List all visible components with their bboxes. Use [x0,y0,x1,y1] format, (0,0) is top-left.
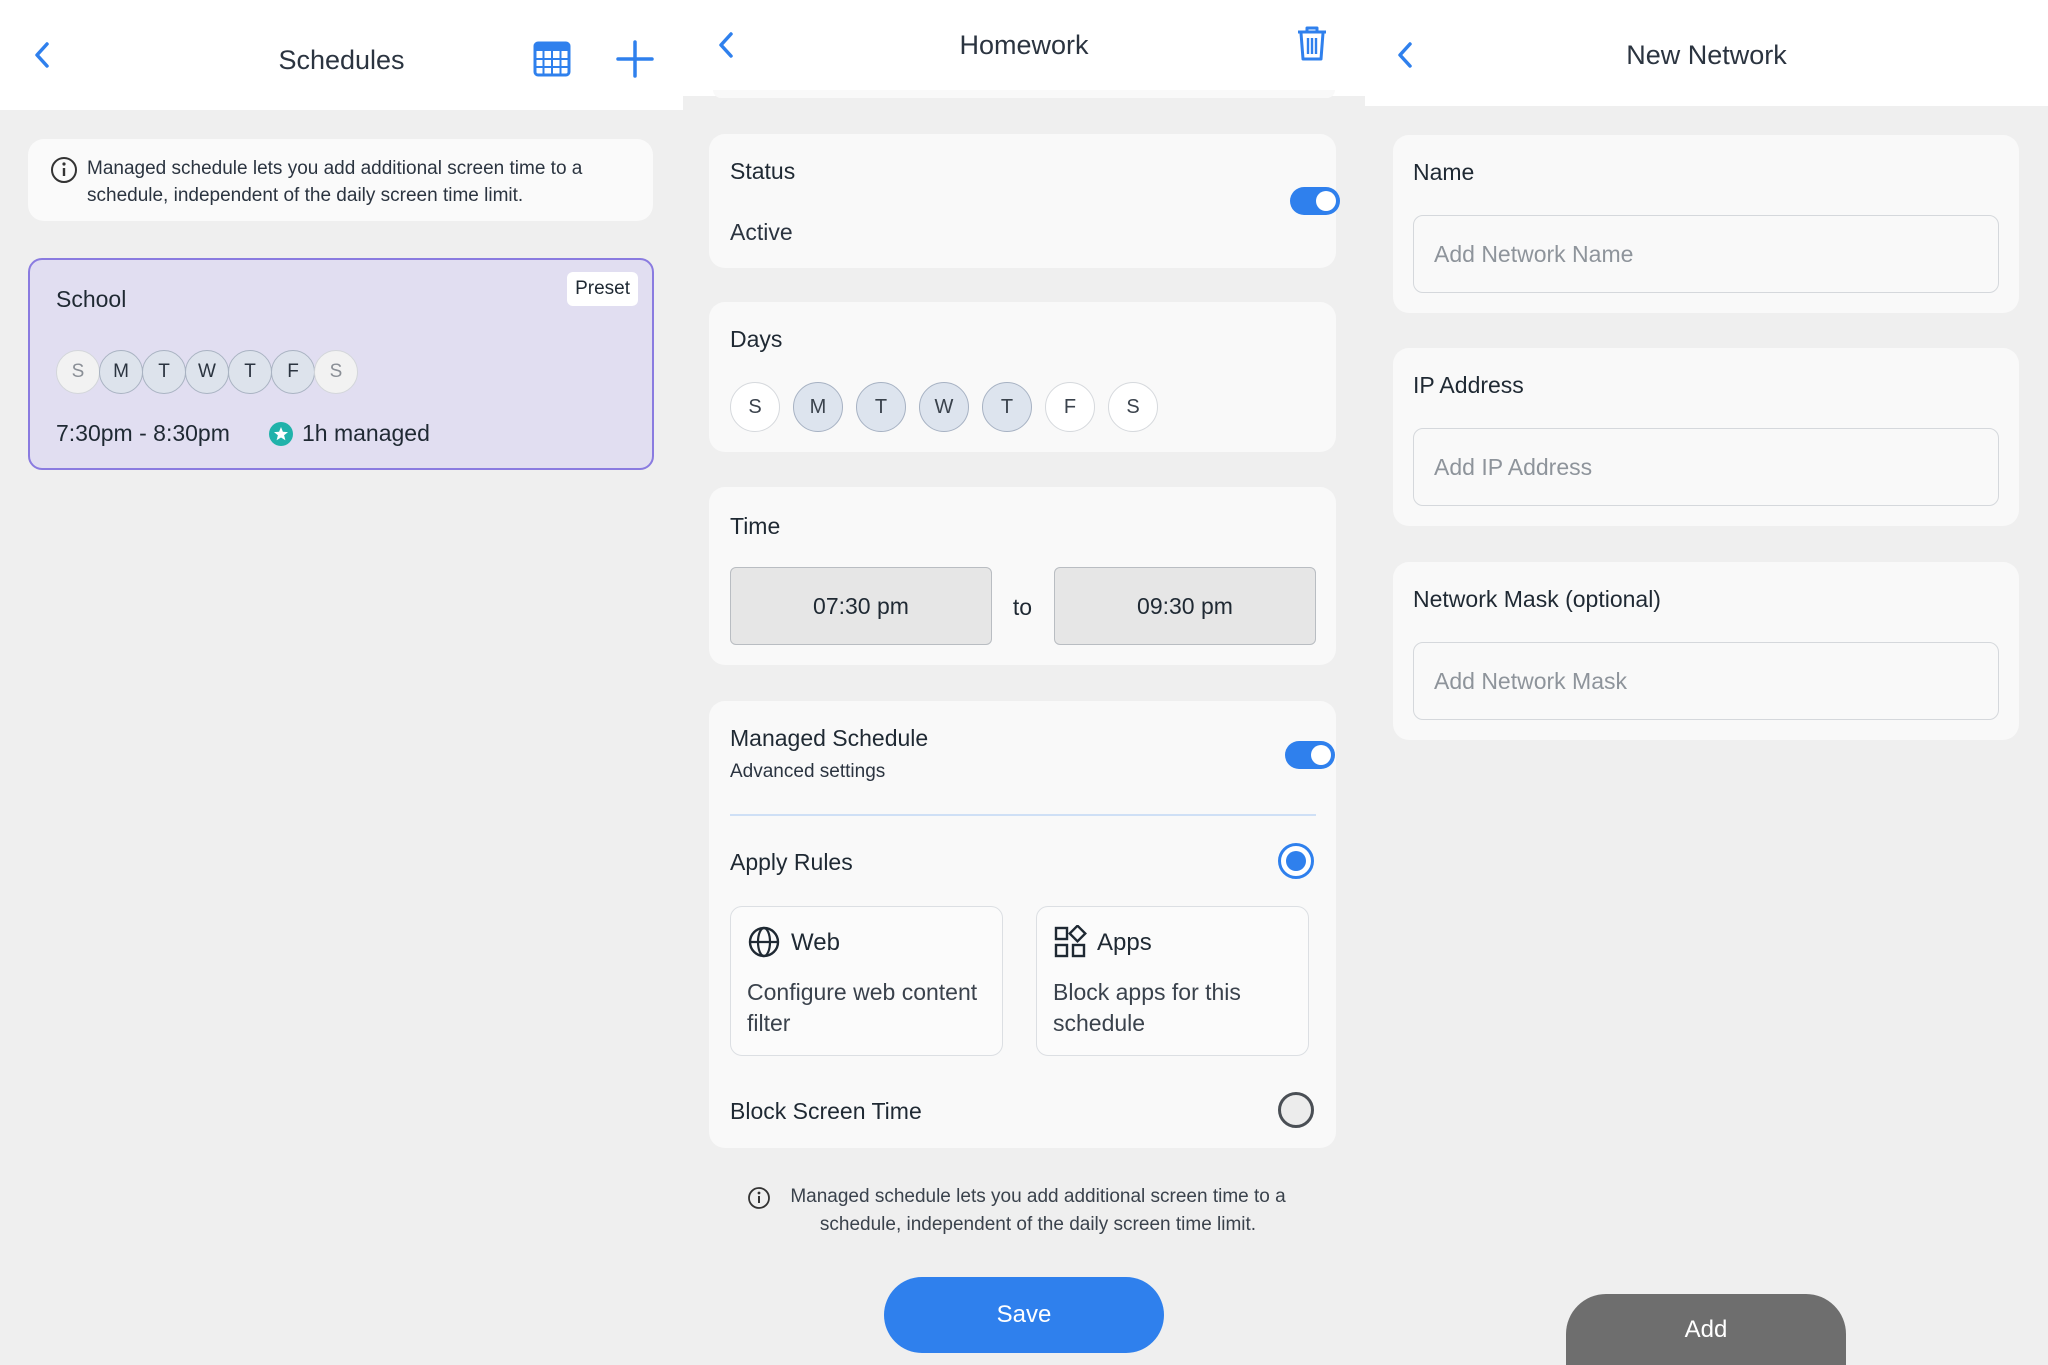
apps-description: Block apps for this schedule [1053,979,1241,1036]
homework-header: Homework [683,0,1365,96]
new-network-panel: New Network Name IP Address Network Mask… [1365,0,2048,1365]
day-chip[interactable]: M [793,382,843,432]
chevron-left-icon [719,32,733,58]
start-time-picker[interactable]: 07:30 pm [730,567,992,645]
ip-address-input[interactable] [1413,428,1999,506]
managed-time: 1h managed [302,420,430,446]
day-chip[interactable]: S [1108,382,1158,432]
status-card: Status Active [709,134,1340,268]
days-card: Days SMTWTFS [709,302,1336,452]
back-button[interactable] [24,37,60,73]
day-chip[interactable]: W [185,350,229,394]
preset-badge: Preset [567,272,638,306]
chevron-left-icon [35,42,49,68]
mask-label: Network Mask (optional) [1413,586,1661,612]
save-button[interactable]: Save [884,1277,1164,1353]
info-icon [748,1187,770,1209]
day-chip[interactable]: T [856,382,906,432]
divider [730,814,1316,816]
info-text: Managed schedule lets you add additional… [87,158,583,206]
block-screen-time-label: Block Screen Time [730,1098,922,1124]
calendar-icon [533,41,571,77]
day-chip[interactable]: S [730,382,780,432]
schedule-name: School [56,286,127,312]
end-time-picker[interactable]: 09:30 pm [1054,567,1316,645]
chevron-left-icon [1398,42,1412,68]
plus-icon [616,40,654,78]
back-button[interactable] [708,27,744,63]
page-title: Homework [959,29,1089,60]
status-label: Status [730,158,796,184]
calendar-button[interactable] [533,40,571,78]
schedules-panel: Schedules Managed schedule lets you add … [0,0,683,1365]
info-icon [51,157,77,183]
previous-card-edge [713,90,1335,98]
info-text: Managed schedule lets you add additional… [790,1186,1286,1235]
apply-rules-radio[interactable] [1278,843,1314,879]
day-chip[interactable]: T [142,350,186,394]
add-schedule-button[interactable] [616,40,654,78]
time-card: Time 07:30 pm to 09:30 pm [709,487,1336,665]
time-label: Time [730,513,781,539]
name-label: Name [1413,159,1475,185]
managed-toggle[interactable] [1285,741,1335,769]
day-chip[interactable]: S [56,350,100,394]
managed-label: Managed Schedule [730,725,929,751]
new-network-header: New Network [1365,0,2048,106]
add-button[interactable]: Add [1566,1294,1846,1365]
day-chip[interactable]: F [1045,382,1095,432]
trash-icon [1298,26,1326,61]
days-label: Days [730,326,783,352]
status-toggle[interactable] [1290,187,1340,215]
ip-label: IP Address [1413,372,1524,398]
apps-title: Apps [1097,929,1152,956]
managed-schedule-card: Managed Schedule Advanced settings Apply… [709,701,1336,1148]
day-chip[interactable]: S [314,350,358,394]
web-title: Web [791,929,840,956]
info-banner: Managed schedule lets you add additional… [28,139,653,221]
time-separator: to [1012,594,1033,620]
network-mask-input[interactable] [1413,642,1999,720]
day-chip[interactable]: F [271,350,315,394]
schedule-card-school[interactable]: School Preset SMTWTFS 7:30pm - 8:30pm 1h… [28,258,654,470]
web-description: Configure web content filter [747,979,978,1036]
network-name-input[interactable] [1413,215,1999,293]
globe-icon [748,926,780,958]
status-value: Active [730,219,793,245]
ip-card: IP Address [1393,348,2019,526]
web-rule-button[interactable]: Web Configure web content filter [730,906,1003,1056]
apply-rules-label: Apply Rules [730,849,853,875]
homework-panel: Homework Status Active Days SMTWTFS Time… [683,0,1365,1365]
schedule-time: 7:30pm - 8:30pm [56,420,230,446]
day-chip[interactable]: T [228,350,272,394]
page-title: New Network [1626,39,1787,70]
back-button[interactable] [1387,37,1423,73]
day-chip[interactable]: M [99,350,143,394]
apps-grid-icon [1054,925,1087,958]
schedules-header: Schedules [0,0,683,110]
delete-button[interactable] [1295,24,1329,62]
day-chip[interactable]: T [982,382,1032,432]
managed-sub: Advanced settings [730,761,886,782]
day-chip[interactable]: W [919,382,969,432]
name-card: Name [1393,135,2019,313]
page-title: Schedules [278,44,405,75]
apps-rule-button[interactable]: Apps Block apps for this schedule [1036,906,1309,1056]
star-icon [269,422,293,446]
mask-card: Network Mask (optional) [1393,562,2019,740]
block-screen-time-radio[interactable] [1278,1092,1314,1128]
